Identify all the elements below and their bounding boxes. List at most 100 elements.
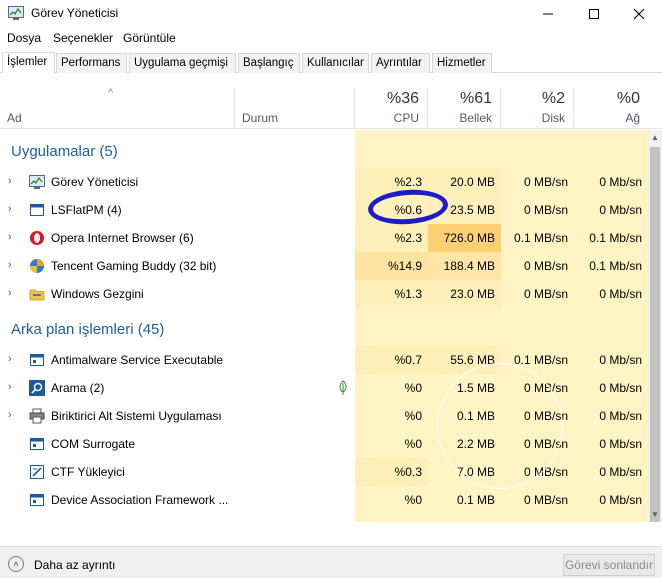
process-name: Tencent Gaming Buddy (32 bit) [51, 259, 217, 273]
network-cell: 0 Mb/sn [599, 409, 642, 423]
tab-islemler[interactable]: İşlemler [2, 52, 55, 74]
footer-bar: ˄ Daha az ayrıntı Görevi sonlandır [0, 546, 662, 578]
column-memory-header[interactable]: %61 Bellek [428, 87, 501, 129]
leaf-suspended-icon [339, 380, 347, 395]
cpu-cell: %0 [355, 402, 428, 430]
tab-uygulama-gecmisi[interactable]: Uygulama geçmişi [129, 53, 236, 73]
memory-cell: 23.0 MB [428, 280, 501, 308]
section-apps: Uygulamalar (5) [0, 130, 648, 166]
scroll-down-icon[interactable]: ▼ [651, 510, 659, 519]
close-button[interactable] [616, 0, 662, 27]
scrollbar-thumb[interactable] [650, 147, 660, 522]
process-row[interactable]: › Opera Internet Browser (6) %2.3 726.0 … [0, 224, 648, 252]
tab-kullanicilar[interactable]: Kullanıcılar [302, 53, 369, 73]
cpu-cell: %0 [355, 374, 428, 402]
network-cell: 0 Mb/sn [599, 437, 642, 451]
minimize-icon [543, 13, 553, 14]
network-cell: 0 Mb/sn [599, 465, 642, 479]
process-name: Windows Gezgini [51, 287, 144, 301]
memory-cell: 726.0 MB [428, 224, 501, 252]
disk-total-percent: %2 [541, 90, 565, 107]
maximize-button[interactable] [571, 0, 617, 27]
menu-bar: Dosya Seçenekler Görüntüle [0, 29, 662, 47]
section-apps-label: Uygulamalar (5) [11, 143, 118, 160]
memory-cell: 188.4 MB [428, 252, 501, 280]
column-memory-label: Bellek [459, 111, 492, 125]
vertical-scrollbar[interactable]: ▲ ▼ [648, 130, 662, 522]
tencent-icon [30, 259, 44, 273]
menu-goruntule[interactable]: Görüntüle [123, 31, 176, 45]
tab-hizmetler[interactable]: Hizmetler [432, 53, 492, 73]
menu-dosya[interactable]: Dosya [7, 31, 41, 45]
process-row[interactable]: › LSFlatPM (4) %0.6 23.5 MB 0 MB/sn 0 Mb… [0, 196, 648, 224]
column-disk-header[interactable]: %2 Disk [501, 87, 574, 129]
column-status-label: Durum [242, 111, 279, 125]
fewer-details-link[interactable]: Daha az ayrıntı [34, 558, 115, 572]
cpu-cell: %2.3 [355, 224, 428, 252]
folder-icon [29, 289, 45, 301]
disk-cell: 0 MB/sn [523, 287, 568, 301]
sort-ascending-icon: ^ [108, 87, 114, 99]
network-cell: 0.1 Mb/sn [589, 259, 642, 273]
expand-chevron-icon[interactable]: › [8, 259, 12, 271]
disk-cell: 0 MB/sn [523, 203, 568, 217]
network-cell: 0 Mb/sn [599, 353, 642, 367]
memory-total-percent: %61 [459, 90, 492, 107]
expand-chevron-icon[interactable]: › [8, 409, 12, 421]
process-row[interactable]: › Görev Yöneticisi %2.3 20.0 MB 0 MB/sn … [0, 168, 648, 196]
section-background: Arka plan işlemleri (45) [0, 308, 648, 344]
expand-chevron-icon[interactable]: › [8, 175, 12, 187]
column-cpu-label: CPU [393, 111, 419, 125]
column-name-label: Ad [7, 111, 22, 125]
search-icon [29, 380, 45, 396]
column-name-header[interactable]: ^ Ad [0, 87, 235, 129]
disk-cell: 0 MB/sn [523, 493, 568, 507]
network-total-percent: %0 [616, 90, 640, 107]
title-bar: Görev Yöneticisi [0, 0, 662, 27]
tab-performans[interactable]: Performans [56, 53, 127, 73]
cpu-total-percent: %36 [386, 90, 419, 107]
expand-chevron-icon[interactable]: › [8, 231, 12, 243]
process-row[interactable]: Device Association Framework ... %0 0.1 … [0, 486, 648, 514]
cpu-cell: %0 [355, 486, 428, 514]
network-cell: 0.1 Mb/sn [589, 231, 642, 245]
expand-chevron-icon[interactable]: › [8, 381, 12, 393]
column-network-label: Ağ [625, 111, 640, 125]
process-name: Görev Yöneticisi [51, 175, 139, 189]
column-cpu-header[interactable]: %36 CPU [355, 87, 428, 129]
expand-chevron-icon[interactable]: › [8, 353, 12, 365]
close-icon [633, 8, 645, 19]
network-cell: 0 Mb/sn [599, 203, 642, 217]
column-status-header[interactable]: Durum [235, 87, 355, 129]
column-disk-label: Disk [541, 111, 565, 125]
tab-bar: İşlemler Performans Uygulama geçmişi Baş… [0, 52, 662, 74]
process-row[interactable]: › Tencent Gaming Buddy (32 bit) %14.9 18… [0, 252, 648, 280]
disk-cell: 0.1 MB/sn [513, 231, 568, 245]
printer-icon [29, 408, 45, 424]
column-network-header[interactable]: %0 Ağ [574, 87, 648, 129]
process-name: Opera Internet Browser (6) [51, 231, 194, 245]
tab-ayrintilar[interactable]: Ayrıntılar [371, 53, 430, 73]
process-name: Arama (2) [51, 381, 105, 395]
memory-cell: 0.1 MB [428, 486, 501, 514]
chevron-up-circle-icon[interactable]: ˄ [8, 556, 24, 572]
end-task-button[interactable]: Görevi sonlandır [563, 554, 655, 576]
tab-baslangic[interactable]: Başlangıç [238, 53, 300, 73]
expand-chevron-icon[interactable]: › [8, 287, 12, 299]
network-cell: 0 Mb/sn [599, 381, 642, 395]
window-app-icon [30, 204, 44, 216]
cpu-cell: %1.3 [355, 280, 428, 308]
column-header: ^ Ad Durum %36 CPU %61 Bellek %2 Disk %0… [0, 87, 662, 129]
network-cell: 0 Mb/sn [599, 287, 642, 301]
process-row[interactable]: › Windows Gezgini %1.3 23.0 MB 0 MB/sn 0… [0, 280, 648, 308]
memory-cell: 20.0 MB [428, 168, 501, 196]
cursor-click-ring [437, 363, 563, 489]
process-row[interactable]: › Antimalware Service Executable %0.7 55… [0, 346, 648, 374]
opera-icon [30, 231, 44, 245]
service-window-icon [30, 494, 44, 506]
menu-secenekler[interactable]: Seçenekler [53, 31, 113, 45]
expand-chevron-icon[interactable]: › [8, 203, 12, 215]
scroll-up-icon[interactable]: ▲ [651, 133, 659, 142]
cpu-cell: %0.7 [355, 346, 428, 374]
minimize-button[interactable] [525, 0, 571, 27]
